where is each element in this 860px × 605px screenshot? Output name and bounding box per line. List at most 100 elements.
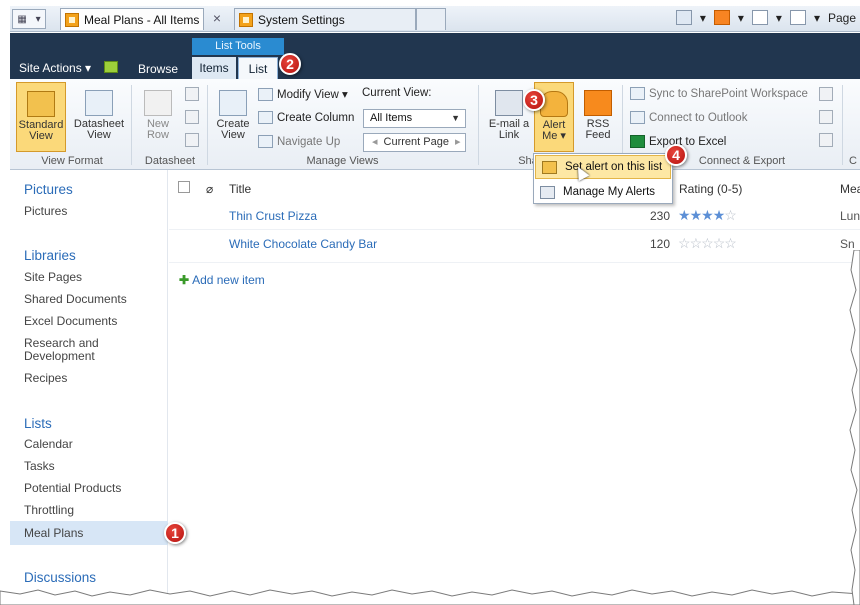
- column-header-meal[interactable]: Mea: [840, 182, 860, 196]
- chevron-left-icon[interactable]: ◂: [372, 136, 378, 148]
- sync-workspace-button[interactable]: Sync to SharePoint Workspace: [630, 87, 808, 100]
- ql-item-recipes[interactable]: Recipes: [24, 372, 67, 385]
- browser-tab-label: System Settings: [258, 12, 345, 27]
- browser-tab-system-settings[interactable]: System Settings: [234, 8, 416, 30]
- chevron-right-icon[interactable]: ▸: [455, 136, 461, 148]
- add-new-item-link[interactable]: ✚ Add new item: [179, 273, 265, 287]
- row-meal-value: Sn: [840, 237, 855, 251]
- excel-icon: [630, 135, 645, 148]
- ql-heading-pictures[interactable]: Pictures: [24, 182, 73, 197]
- feeds-icon[interactable]: [713, 10, 730, 25]
- plus-icon: ✚: [179, 273, 190, 287]
- site-actions-menu[interactable]: Site Actions ▾: [19, 61, 91, 75]
- row-title-link[interactable]: White Chocolate Candy Bar: [229, 237, 377, 251]
- rss-icon: [584, 90, 612, 116]
- star-icon[interactable]: ☆: [724, 207, 737, 223]
- ql-item-meal-plans[interactable]: Meal Plans: [24, 527, 83, 540]
- chevron-down-icon: ▾: [35, 13, 41, 25]
- ql-item-tasks[interactable]: Tasks: [24, 460, 55, 473]
- bell-icon: [542, 160, 557, 174]
- project-icon[interactable]: [819, 133, 833, 147]
- tab-items[interactable]: Items: [192, 57, 236, 79]
- create-column-icon: [258, 111, 273, 124]
- star-icon[interactable]: ☆: [678, 235, 691, 251]
- set-alert-menu-item[interactable]: Set alert on this list: [535, 155, 671, 179]
- current-page-pager[interactable]: ◂ Current Page ▸: [363, 133, 466, 152]
- chevron-down-icon[interactable]: ▾: [700, 11, 706, 25]
- ql-item-pictures[interactable]: Pictures: [24, 205, 67, 218]
- star-icon[interactable]: ☆: [690, 235, 703, 251]
- ql-item-site-pages[interactable]: Site Pages: [24, 271, 82, 284]
- row-rating-count: 120: [649, 237, 670, 251]
- star-icon[interactable]: ★: [701, 207, 714, 223]
- access-icon[interactable]: [819, 110, 833, 124]
- callout-2: 2: [279, 53, 301, 75]
- column-header-rating[interactable]: Rating (0-5): [679, 182, 742, 196]
- star-icon[interactable]: ☆: [701, 235, 714, 251]
- connect-outlook-button[interactable]: Connect to Outlook: [630, 111, 747, 124]
- quick-tabs-button[interactable]: ▦ ▾: [12, 9, 46, 29]
- new-tab-button[interactable]: [416, 8, 446, 30]
- modify-view-button[interactable]: Modify View ▾: [258, 87, 348, 101]
- home-icon[interactable]: [675, 10, 692, 25]
- list-tools-label: List Tools: [192, 38, 284, 55]
- ql-heading-lists[interactable]: Lists: [24, 416, 52, 431]
- tab-list[interactable]: List: [238, 57, 278, 79]
- star-icon[interactable]: ★: [713, 207, 726, 223]
- standard-view-button[interactable]: Standard View: [16, 82, 66, 152]
- sum-icon[interactable]: [185, 110, 199, 124]
- show-totals-icon[interactable]: [185, 87, 199, 101]
- torn-edge-bottom: [0, 589, 860, 605]
- column-header-title[interactable]: Title: [229, 182, 251, 196]
- ql-item-potential-products[interactable]: Potential Products: [24, 482, 121, 495]
- ql-item-calendar[interactable]: Calendar: [24, 438, 73, 451]
- edit-page-icon[interactable]: [104, 61, 118, 73]
- visio-icon[interactable]: [819, 87, 833, 101]
- task-pane-icon[interactable]: [185, 133, 199, 147]
- datasheet-view-button[interactable]: Datasheet View: [70, 90, 128, 141]
- browser-tab-meal-plans[interactable]: Meal Plans - All Items ×: [60, 8, 221, 30]
- page-menu[interactable]: Page: [828, 11, 856, 25]
- row-divider: [169, 229, 860, 230]
- create-view-button[interactable]: Create View: [213, 90, 253, 141]
- mail-icon[interactable]: [751, 10, 768, 25]
- star-icon[interactable]: ★: [690, 207, 703, 223]
- manage-alerts-icon: [540, 185, 555, 199]
- ql-item-research-development[interactable]: Research and Development: [24, 337, 134, 363]
- row-title-link[interactable]: Thin Crust Pizza: [229, 209, 317, 223]
- chevron-down-icon[interactable]: ▾: [814, 11, 820, 25]
- chevron-down-icon: ▼: [451, 113, 460, 123]
- ql-item-throttling[interactable]: Throttling: [24, 504, 74, 517]
- attachment-icon: ⌀: [206, 182, 214, 196]
- current-view-select[interactable]: All Items ▼: [363, 109, 466, 128]
- manage-alerts-menu-item[interactable]: Manage My Alerts: [534, 180, 672, 204]
- row-meal-value: Lun: [840, 209, 860, 223]
- group-label-datasheet: Datasheet: [144, 155, 196, 167]
- callout-4: 4: [665, 144, 687, 166]
- current-view-label: Current View:: [362, 87, 432, 99]
- star-icon[interactable]: ☆: [713, 235, 726, 251]
- create-column-button[interactable]: Create Column: [258, 111, 354, 124]
- list-view: [169, 170, 860, 605]
- star-icon[interactable]: ☆: [724, 235, 737, 251]
- ql-heading-libraries[interactable]: Libraries: [24, 248, 76, 263]
- close-icon[interactable]: ×: [213, 10, 221, 26]
- star-icon[interactable]: ★: [678, 207, 691, 223]
- datasheet-view-icon: [85, 90, 113, 116]
- rss-feed-button[interactable]: RSS Feed: [580, 90, 616, 141]
- navigate-up-button[interactable]: Navigate Up: [258, 135, 340, 148]
- select-all-checkbox[interactable]: [178, 181, 190, 193]
- ql-item-excel-documents[interactable]: Excel Documents: [24, 315, 117, 328]
- chevron-down-icon[interactable]: ▾: [776, 11, 782, 25]
- tab-browse[interactable]: Browse: [138, 62, 178, 76]
- sharepoint-icon: [65, 12, 79, 27]
- print-icon[interactable]: [789, 10, 806, 25]
- new-row-button[interactable]: New Row: [138, 90, 178, 141]
- rating-stars[interactable]: ☆☆☆☆☆: [678, 235, 737, 252]
- rating-stars[interactable]: ★★★★☆: [678, 207, 737, 224]
- sharepoint-icon: [239, 12, 253, 27]
- standard-view-icon: [27, 91, 55, 117]
- ql-item-shared-documents[interactable]: Shared Documents: [24, 293, 127, 306]
- group-separator: [207, 85, 208, 165]
- chevron-down-icon[interactable]: ▾: [738, 11, 744, 25]
